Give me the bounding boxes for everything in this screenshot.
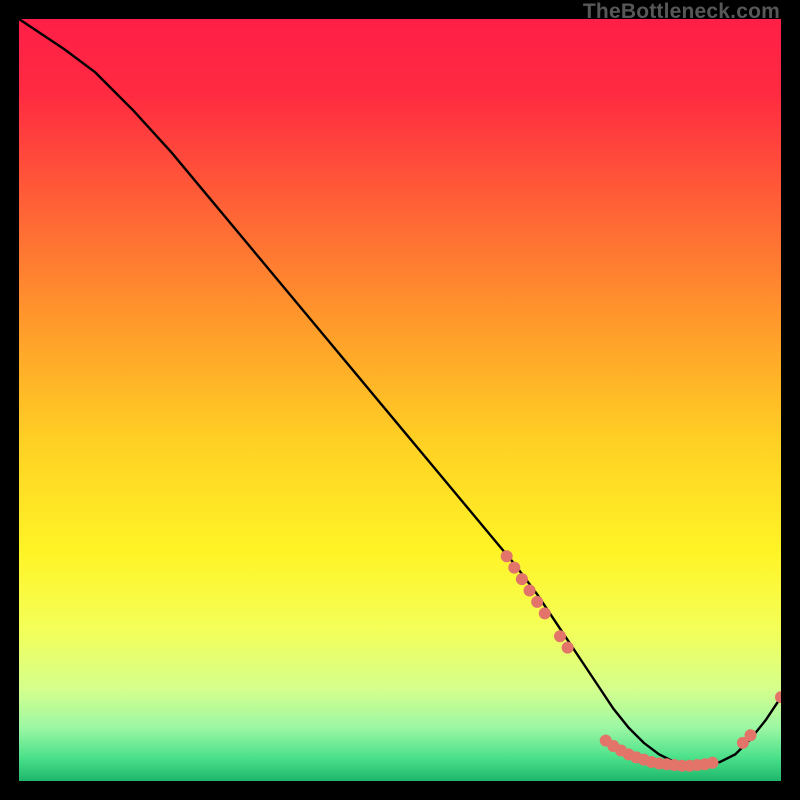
curve-marker	[501, 550, 513, 562]
curve-marker	[539, 607, 551, 619]
curve-marker	[508, 562, 520, 574]
chart-background	[19, 19, 781, 781]
chart-svg	[19, 19, 781, 781]
watermark-text: TheBottleneck.com	[583, 0, 780, 24]
curve-marker	[562, 642, 574, 654]
curve-marker	[516, 573, 528, 585]
curve-marker	[524, 585, 536, 597]
curve-marker	[554, 630, 566, 642]
chart-plot-area	[19, 19, 781, 781]
chart-frame: TheBottleneck.com	[0, 0, 800, 800]
curve-marker	[745, 729, 757, 741]
curve-marker	[531, 596, 543, 608]
curve-marker	[706, 757, 718, 769]
